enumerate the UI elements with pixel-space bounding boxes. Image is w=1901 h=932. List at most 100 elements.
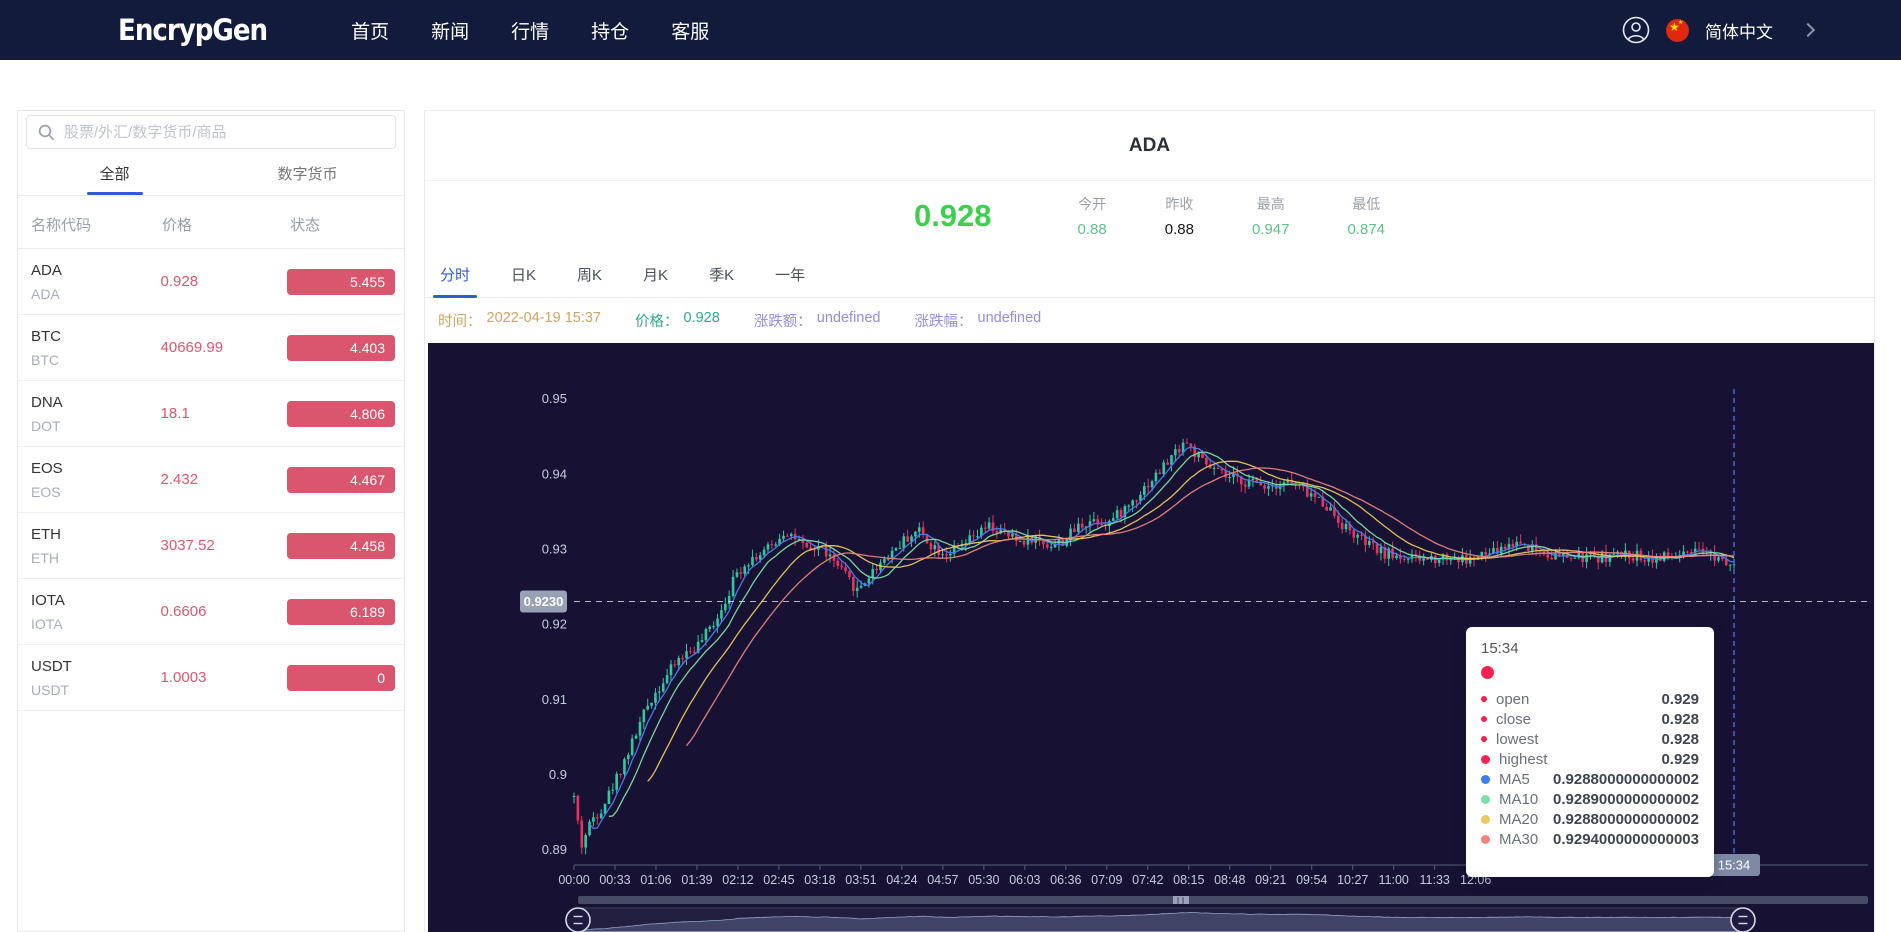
navigator-right-handle[interactable] [1731, 908, 1755, 932]
market-rows: ADA ADA 0.928 5.455 BTC BTC 40669.99 4.4… [18, 249, 404, 711]
price-cell: 40669.99 [161, 339, 288, 356]
series-dot [1481, 666, 1494, 679]
navigator-left-handle[interactable] [566, 908, 590, 932]
sidebar-tabs: 全部数字货币 [18, 152, 404, 196]
svg-text:06:03: 06:03 [1009, 873, 1040, 887]
status-badge: 4.467 [287, 467, 395, 493]
tooltip-row: MA5 0.9288000000000002 [1481, 769, 1699, 789]
tooltip-row: MA20 0.9288000000000002 [1481, 809, 1699, 829]
price-cell: 3037.52 [161, 537, 288, 554]
market-row[interactable]: EOS EOS 2.432 4.467 [18, 447, 404, 513]
search-box [26, 115, 396, 149]
current-price: 0.928 [914, 198, 992, 234]
user-avatar-icon[interactable] [1622, 16, 1650, 44]
price-cell: 2.432 [161, 471, 288, 488]
tooltip-row: open 0.929 [1481, 689, 1699, 709]
info-segment: 涨跌额： undefined [754, 310, 881, 331]
symbol: ADA [31, 262, 161, 279]
legend-dot-icon [1481, 755, 1490, 764]
svg-text:08:48: 08:48 [1214, 873, 1245, 887]
market-row[interactable]: IOTA IOTA 0.6606 6.189 [18, 579, 404, 645]
title-row: ADA [425, 111, 1874, 181]
svg-text:10:27: 10:27 [1337, 873, 1368, 887]
nav-item[interactable]: 首页 [351, 17, 389, 44]
legend-dot-icon [1481, 696, 1487, 702]
nav-item[interactable]: 客服 [671, 17, 709, 44]
svg-text:0.89: 0.89 [542, 842, 567, 857]
svg-text:04:57: 04:57 [927, 873, 958, 887]
symbol: BTC [31, 328, 161, 345]
info-segment: 价格： 0.928 [635, 310, 720, 331]
main-nav: 首页 新闻 行情 持仓 客服 [351, 17, 709, 44]
chart-tooltip: 15:34 open 0.929 close 0.928 [1466, 627, 1714, 877]
tooltip-time: 15:34 [1481, 640, 1699, 657]
status-badge: 6.189 [287, 599, 395, 625]
nav-item[interactable]: 持仓 [591, 17, 629, 44]
chart-scrollbar[interactable] [578, 896, 1868, 904]
symbol-code: DOT [31, 418, 161, 434]
search-icon [38, 124, 55, 141]
svg-text:08:15: 08:15 [1173, 873, 1204, 887]
symbol-code: ETH [31, 550, 161, 566]
column-name: 名称代码 [31, 214, 162, 235]
period-tab[interactable]: 月K [636, 251, 675, 297]
period-tab[interactable]: 日K [504, 251, 543, 297]
nav-item[interactable]: 新闻 [431, 17, 469, 44]
column-status: 状态 [290, 214, 404, 235]
legend-dot-icon [1481, 736, 1487, 742]
symbol: IOTA [31, 592, 161, 609]
search-input[interactable] [64, 124, 384, 141]
symbol: ETH [31, 526, 161, 543]
symbol-code: USDT [31, 682, 161, 698]
period-tab[interactable]: 周K [570, 251, 609, 297]
chevron-right-icon[interactable] [1801, 23, 1815, 37]
status-badge: 0 [287, 665, 395, 691]
svg-text:0.93: 0.93 [542, 541, 567, 556]
svg-text:0.94: 0.94 [542, 466, 567, 481]
app-logo[interactable]: EncrypGen [118, 13, 267, 47]
svg-text:07:09: 07:09 [1091, 873, 1122, 887]
svg-text:0.9230: 0.9230 [524, 594, 564, 609]
price-cell: 18.1 [161, 405, 288, 422]
stats-row: 0.928 今开 0.88 昨收 0.88 最高 0.947 最低 0.874 [425, 181, 1874, 251]
svg-text:06:36: 06:36 [1050, 873, 1081, 887]
period-tab[interactable]: 一年 [768, 251, 812, 297]
market-row[interactable]: BTC BTC 40669.99 4.403 [18, 315, 404, 381]
info-segment: 时间： 2022-04-19 15:37 [438, 310, 601, 331]
tooltip-rows: open 0.929 close 0.928 lowest 0.928 [1481, 689, 1699, 849]
stat-item: 最低 0.874 [1347, 194, 1385, 238]
svg-text:0.91: 0.91 [542, 692, 567, 707]
price-cell: 0.928 [161, 273, 288, 290]
svg-text:02:12: 02:12 [722, 873, 753, 887]
page: EncrypGen 首页 新闻 行情 持仓 客服 ★ ★ 简体中文 [0, 0, 1901, 932]
nav-item[interactable]: 行情 [511, 17, 549, 44]
language-selector[interactable]: 简体中文 [1705, 18, 1773, 43]
svg-text:03:18: 03:18 [804, 873, 835, 887]
sidebar-tab[interactable]: 数字货币 [211, 152, 404, 195]
period-tabs: 分时日K 周K 月K 季K 一年 [425, 251, 1874, 298]
svg-text:09:54: 09:54 [1296, 873, 1327, 887]
legend-dot-icon [1481, 775, 1490, 784]
status-badge: 4.458 [287, 533, 395, 559]
sidebar-tab[interactable]: 全部 [18, 152, 211, 195]
market-row[interactable]: ETH ETH 3037.52 4.458 [18, 513, 404, 579]
china-flag-icon: ★ ★ [1666, 19, 1689, 42]
period-tab[interactable]: 季K [702, 251, 741, 297]
market-row[interactable]: DNA DOT 18.1 4.806 [18, 381, 404, 447]
svg-text:0.92: 0.92 [542, 617, 567, 632]
status-badge: 4.403 [287, 335, 395, 361]
svg-text:00:33: 00:33 [599, 873, 630, 887]
info-segment: 涨跌幅： undefined [915, 310, 1042, 331]
tooltip-row: lowest 0.928 [1481, 729, 1699, 749]
svg-text:11:00: 11:00 [1379, 873, 1409, 887]
scrollbar-grip[interactable] [1173, 896, 1189, 904]
svg-text:15:34: 15:34 [1718, 858, 1751, 873]
market-row[interactable]: ADA ADA 0.928 5.455 [18, 249, 404, 315]
legend-dot-icon [1481, 815, 1490, 824]
svg-text:09:21: 09:21 [1255, 873, 1286, 887]
symbol-code: IOTA [31, 616, 161, 632]
market-row[interactable]: USDT USDT 1.0003 0 [18, 645, 404, 711]
market-table-header: 名称代码 价格 状态 [18, 201, 404, 249]
period-tab[interactable]: 分时 [433, 251, 477, 297]
tooltip-row: close 0.928 [1481, 709, 1699, 729]
